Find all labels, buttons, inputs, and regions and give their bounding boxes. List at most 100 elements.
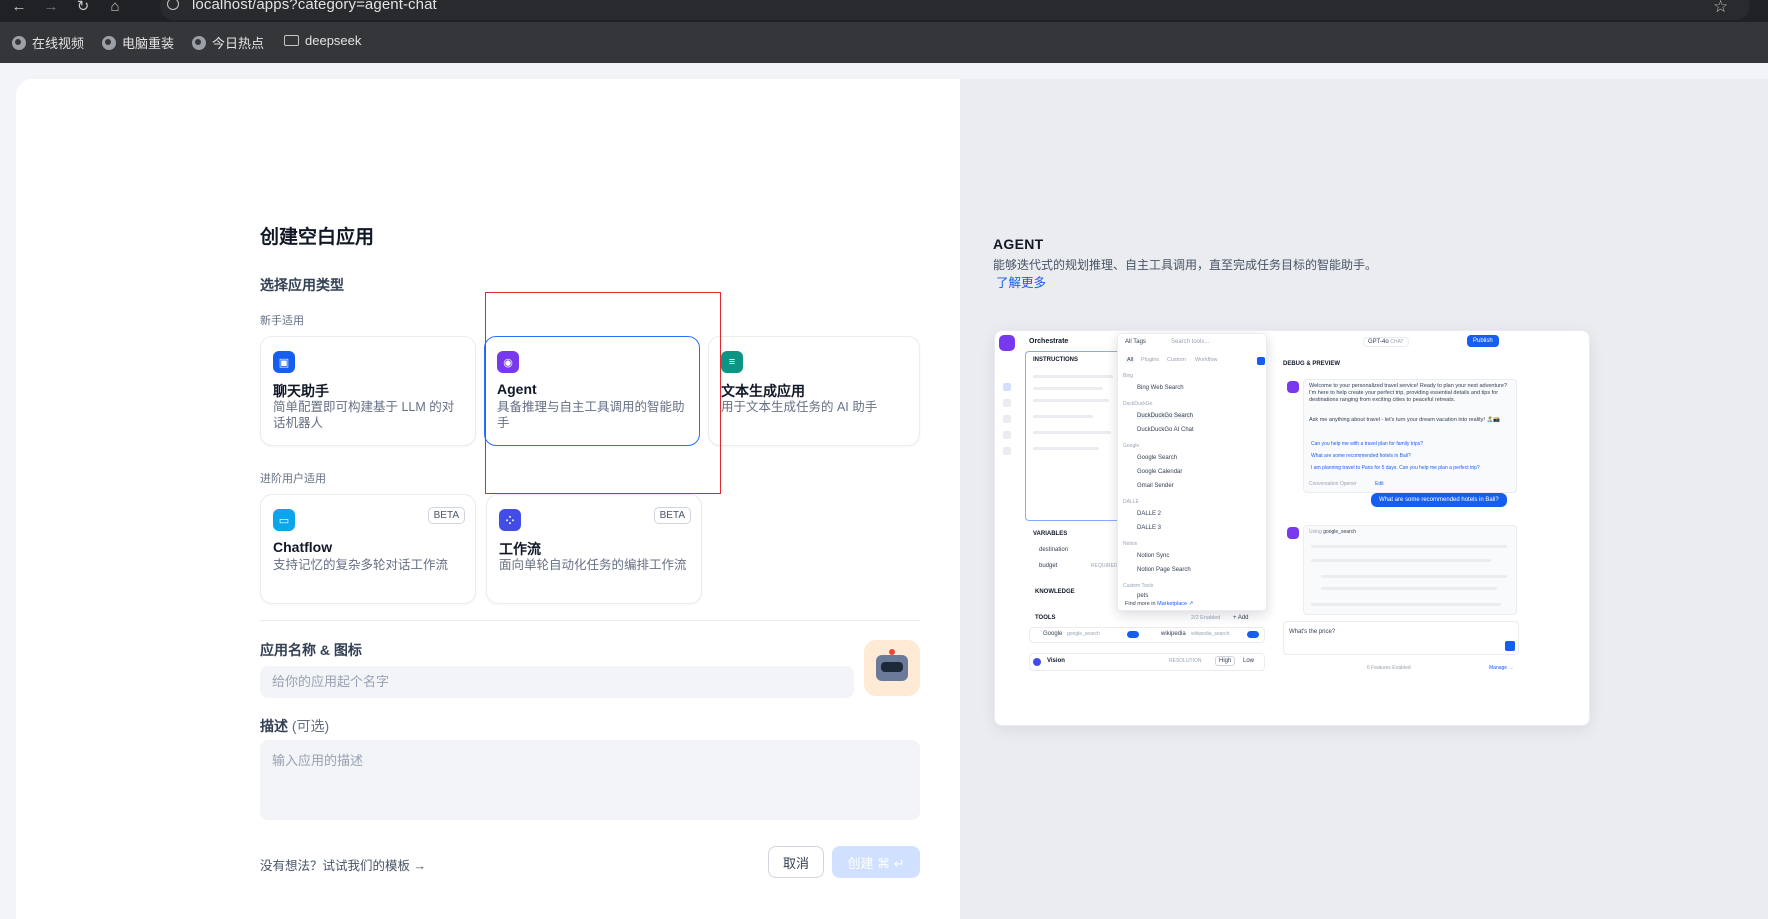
knowledge-label: KNOWLEDGE	[1035, 589, 1075, 595]
card-chatflow[interactable]: ▭ BETA Chatflow 支持记忆的复杂多轮对话工作流	[260, 494, 476, 604]
ask-text: Ask me anything about travel - let's tur…	[1309, 417, 1501, 423]
globe-icon	[102, 35, 116, 50]
using-label: Using	[1309, 529, 1322, 535]
tool-group-label: Bing	[1123, 373, 1134, 379]
bookmark-item[interactable]: 今日热点	[192, 33, 264, 52]
suggestion-chip: Can you help me with a travel plan for f…	[1311, 441, 1423, 447]
rail-icon	[1003, 415, 1011, 423]
workflow-icon: ⁘	[499, 509, 521, 531]
home-icon[interactable]: ⌂	[104, 0, 126, 22]
chat-bot-icon: ▣	[273, 351, 295, 373]
card-text-generator[interactable]: ≡ 文本生成应用 用于文本生成任务的 AI 助手	[708, 336, 920, 446]
send-icon	[1505, 641, 1515, 651]
rail-icon	[1003, 447, 1011, 455]
tool-item: DALLE 2	[1137, 511, 1162, 517]
card-title: 文本生成应用	[721, 383, 805, 399]
filter-tab: Plugins	[1141, 357, 1160, 363]
tool-item: Notion Page Search	[1137, 567, 1191, 573]
placeholder-line	[1321, 587, 1497, 590]
cancel-button[interactable]: 取消	[768, 846, 824, 878]
placeholder-line	[1033, 375, 1113, 378]
description-textarea[interactable]: 输入应用的描述	[260, 740, 920, 820]
robot-icon	[876, 649, 908, 681]
back-arrow-icon[interactable]: ←	[8, 0, 30, 22]
preview-description: 能够迭代式的规划推理、自主工具调用，直至完成任务目标的智能助手。	[993, 258, 1378, 272]
bookmark-item[interactable]: 在线视频	[12, 33, 84, 52]
suggestion-chip: I am planning travel to Paris for 5 days…	[1311, 465, 1480, 471]
toggle-icon	[1127, 631, 1139, 638]
placeholder-line	[1311, 603, 1501, 606]
find-more-text: Find more in	[1125, 601, 1156, 607]
forward-arrow-icon[interactable]: →	[40, 0, 62, 22]
divider	[260, 620, 920, 621]
tool-id: google_search	[1067, 631, 1100, 637]
placeholder-line	[1321, 575, 1507, 578]
description-label: 描述	[260, 718, 288, 734]
filter-tab: Workflow	[1195, 357, 1218, 363]
vision-icon	[1033, 658, 1041, 666]
tools-row	[1029, 627, 1265, 643]
plus-icon	[1257, 357, 1265, 365]
welcome-text: Welcome to your personalized travel serv…	[1309, 383, 1508, 403]
grid-line	[960, 218, 1768, 219]
tools-label: TOOLS	[1035, 615, 1056, 621]
app-icon-picker[interactable]	[864, 640, 920, 696]
bot-avatar-icon	[1287, 381, 1299, 393]
bookmark-star-icon[interactable]: ☆	[1713, 0, 1728, 17]
tool-id: wikipedia_search	[1191, 631, 1230, 637]
template-link[interactable]: 没有想法？试试我们的模板 →	[260, 855, 426, 874]
add-tool-button: + Add	[1233, 615, 1249, 621]
features-enabled: 6 Features Enabled	[1367, 665, 1411, 671]
debug-title: DEBUG & PREVIEW	[1283, 361, 1341, 367]
placeholder-line	[1033, 431, 1111, 434]
tool-name: wikipedia	[1161, 631, 1186, 637]
user-message: What are some recommended hotels in Bali…	[1371, 493, 1507, 507]
card-title: 工作流	[499, 541, 541, 557]
agent-preview-image: Orchestrate INSTRUCTIONS VARIABLES desti…	[994, 330, 1590, 726]
tools-enabled-count: 2/2 Enabled	[1191, 615, 1221, 621]
app-type-heading: 选择应用类型	[260, 277, 344, 293]
app-name-input[interactable]: 给你的应用起个名字	[260, 666, 854, 698]
chat-input	[1283, 621, 1519, 655]
bot-avatar-icon	[1287, 527, 1299, 539]
learn-more-link[interactable]: 了解更多	[996, 272, 1046, 291]
preview-title: AGENT	[993, 236, 1044, 252]
publish-button: Publish	[1467, 335, 1499, 347]
all-tags-filter: All Tags	[1125, 339, 1146, 345]
reload-icon[interactable]: ↻	[72, 0, 94, 22]
tool-group-label: Custom Tools	[1123, 583, 1154, 589]
vision-label: Vision	[1047, 658, 1065, 664]
placeholder-line	[1311, 559, 1491, 562]
create-button[interactable]: 创建 ⌘ ↵	[832, 846, 920, 878]
required-badge: REQUIRED	[1091, 563, 1118, 569]
optional-label: (可选)	[291, 718, 330, 734]
placeholder-line	[1311, 545, 1507, 548]
globe-icon	[192, 35, 206, 50]
card-description: 用于文本生成任务的 AI 助手	[721, 400, 878, 414]
url-text[interactable]: localhost/apps?category=agent-chat	[192, 0, 437, 13]
placeholder-line	[1033, 447, 1099, 450]
tool-group-label: DALLE	[1123, 499, 1139, 505]
tool-item: Google Calendar	[1137, 469, 1183, 475]
folder-icon	[284, 35, 299, 46]
card-chat-assistant[interactable]: ▣ 聊天助手 简单配置即可构建基于 LLM 的对话机器人	[260, 336, 476, 446]
beta-badge: BETA	[653, 507, 691, 524]
tool-item: pets	[1137, 593, 1149, 599]
card-workflow[interactable]: ⁘ BETA 工作流 面向单轮自动化任务的编排工作流	[486, 494, 702, 604]
browser-toolbar: ← → ↻ ⌂ localhost/apps?category=agent-ch…	[0, 0, 1768, 22]
tool-search: Search tools...	[1171, 339, 1210, 345]
variable-item: budget	[1039, 563, 1058, 569]
variables-label: VARIABLES	[1033, 531, 1068, 537]
orchestrate-label: Orchestrate	[1029, 338, 1069, 345]
bookmark-item[interactable]: 电脑重装	[102, 33, 174, 52]
rail-icon	[1003, 383, 1011, 391]
card-description: 面向单轮自动化任务的编排工作流	[499, 558, 687, 572]
bookmark-folder[interactable]: deepseek	[284, 33, 361, 48]
using-tool-name: google_search	[1323, 529, 1356, 535]
resolution-label: RESOLUTION	[1169, 658, 1202, 664]
tool-name: Google	[1043, 631, 1063, 637]
description-heading: 描述 (可选)	[260, 716, 329, 736]
tool-item: DuckDuckGo Search	[1137, 413, 1194, 419]
page-title: 创建空白应用	[260, 227, 375, 248]
instructions-label: INSTRUCTIONS	[1033, 357, 1078, 363]
